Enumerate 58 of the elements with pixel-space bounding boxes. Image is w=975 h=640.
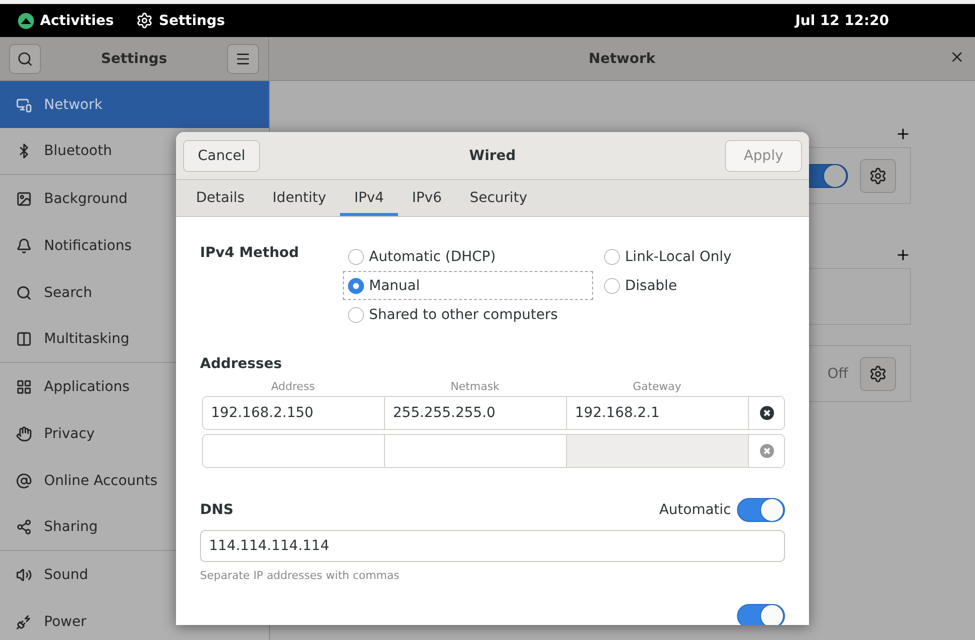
- grid-icon: [16, 378, 32, 394]
- toggle-switch[interactable]: [737, 604, 785, 625]
- speaker-icon: [16, 566, 32, 582]
- window-title: Settings: [100, 50, 168, 66]
- radio-option[interactable]: Shared to other computers: [344, 301, 592, 328]
- address-field[interactable]: [203, 435, 385, 467]
- address-field[interactable]: 192.168.2.150: [203, 397, 385, 429]
- connection-status: Off: [827, 366, 848, 382]
- search-button[interactable]: [9, 44, 41, 74]
- dns-label: DNS: [200, 502, 234, 518]
- plug-icon: [16, 614, 32, 630]
- radio-option[interactable]: Disable: [600, 272, 732, 299]
- logo-icon: [18, 12, 34, 28]
- search-icon: [16, 284, 32, 300]
- dns-field[interactable]: 114.114.114.114: [200, 530, 785, 562]
- sidebar-item[interactable]: Online Accounts: [0, 457, 269, 504]
- sidebar-item[interactable]: Network: [0, 81, 269, 128]
- dns-hint: Separate IP addresses with commas: [200, 569, 400, 582]
- search-icon: [17, 50, 33, 66]
- columns-icon: [16, 331, 32, 347]
- tab[interactable]: Details: [182, 180, 259, 216]
- panel-title: Network: [588, 50, 656, 66]
- menu-button[interactable]: [227, 44, 259, 74]
- settings-button[interactable]: [860, 356, 896, 390]
- column-header: Address: [270, 380, 316, 393]
- cancel-button[interactable]: Cancel: [183, 140, 260, 172]
- tab[interactable]: Identity: [258, 180, 340, 216]
- monitor-phone-icon: [16, 96, 32, 112]
- column-header: Gateway: [632, 380, 682, 393]
- hand-icon: [16, 426, 32, 442]
- activities-button[interactable]: Activities: [18, 12, 114, 28]
- automatic-switch[interactable]: [737, 498, 785, 522]
- settings-button[interactable]: [860, 158, 896, 192]
- column-header: Netmask: [450, 380, 500, 393]
- tab[interactable]: IPv6: [398, 180, 456, 216]
- clock[interactable]: Jul 12 12:20: [795, 12, 889, 28]
- menu-icon: [235, 50, 251, 66]
- radio-option[interactable]: Link-Local Only: [600, 243, 732, 270]
- add-icon[interactable]: [895, 126, 911, 142]
- dialog-title: Wired: [469, 148, 516, 164]
- automatic-label: Automatic: [659, 502, 731, 518]
- method-label: IPv4 Method: [200, 244, 300, 263]
- add-icon[interactable]: [895, 247, 911, 263]
- sidebar-item[interactable]: Search: [0, 269, 269, 316]
- tab[interactable]: IPv4: [340, 180, 398, 216]
- at-sign-icon: [16, 472, 32, 488]
- image-icon: [16, 190, 32, 206]
- bell-icon: [16, 238, 32, 254]
- gear-icon: [869, 166, 887, 184]
- share-icon: [16, 519, 32, 535]
- gear-icon: [136, 12, 153, 29]
- tab[interactable]: Security: [456, 180, 542, 216]
- gateway-field[interactable]: [567, 435, 749, 467]
- gear-icon: [869, 364, 887, 382]
- app-menu[interactable]: Settings: [136, 12, 225, 29]
- sidebar-item[interactable]: Power: [0, 598, 269, 640]
- radio-option[interactable]: Automatic (DHCP): [344, 243, 592, 270]
- radio-option[interactable]: Manual: [344, 272, 592, 299]
